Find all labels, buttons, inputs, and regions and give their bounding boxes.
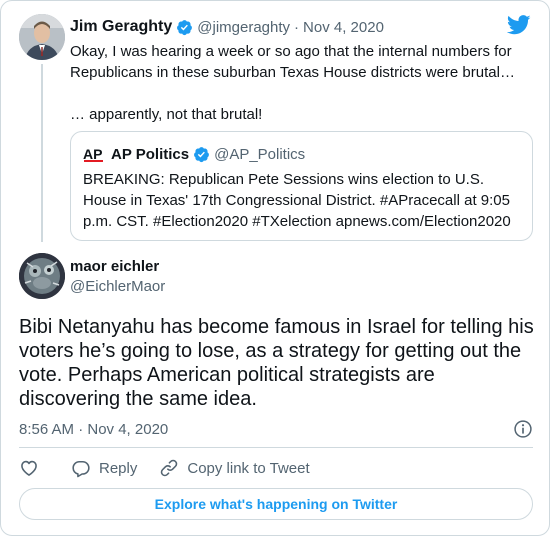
action-bar: Reply Copy link to Tweet: [19, 458, 310, 478]
verified-badge-icon: [194, 146, 210, 162]
link-icon: [161, 459, 178, 477]
parent-tweet-line: … apparently, not that brutal!: [70, 106, 263, 123]
quoted-author-name: AP Politics: [111, 145, 190, 163]
separator-dot: ·: [294, 18, 300, 36]
embedded-tweet-card: Jim Geraghty @jimgeraghty · Nov 4, 2020 …: [0, 0, 550, 536]
quoted-tweet[interactable]: AP AP Politics @AP_Politics BREAKING: Re…: [70, 131, 533, 241]
avatar[interactable]: [19, 14, 65, 60]
parent-tweet-line: Okay, I was hearing a week or so ago tha…: [70, 43, 515, 81]
thread-line: [41, 64, 43, 242]
quoted-tweet-text: BREAKING: Republican Pete Sessions wins …: [83, 171, 511, 230]
ap-logo-icon: AP: [83, 145, 105, 163]
copy-link-button[interactable]: Copy link to Tweet: [159, 458, 310, 478]
like-button[interactable]: [19, 458, 39, 478]
divider: [19, 447, 533, 448]
parent-tweet-text: Okay, I was hearing a week or so ago tha…: [70, 41, 532, 125]
twitter-logo-icon[interactable]: [507, 15, 531, 35]
author-handle[interactable]: @EichlerMaor: [70, 278, 165, 295]
author-handle[interactable]: @jimgeraghty: [197, 19, 290, 36]
reply-icon: [72, 460, 90, 478]
info-icon[interactable]: [513, 419, 533, 439]
timestamp-row: 8:56 AM · Nov 4, 2020: [19, 419, 533, 439]
explore-twitter-button[interactable]: Explore what's happening on Twitter: [19, 488, 533, 520]
quoted-tweet-header: AP AP Politics @AP_Politics: [83, 144, 305, 164]
profile-photo-icon: [19, 253, 65, 299]
copy-link-label: Copy link to Tweet: [187, 459, 310, 477]
heart-icon: [21, 460, 37, 476]
quoted-author-handle: @AP_Politics: [214, 145, 306, 163]
tweet-date[interactable]: Nov 4, 2020: [303, 19, 384, 36]
tweet-timestamp[interactable]: 8:56 AM · Nov 4, 2020: [19, 421, 168, 438]
author-name[interactable]: Jim Geraghty: [70, 18, 172, 36]
ap-logo-text: AP: [83, 146, 102, 162]
tweet-text: Bibi Netanyahu has become famous in Isra…: [19, 316, 534, 410]
author-name[interactable]: maor eichler: [70, 258, 159, 275]
parent-tweet-header: Jim Geraghty @jimgeraghty · Nov 4, 2020: [70, 16, 384, 38]
verified-badge-icon: [177, 19, 193, 35]
reply-label: Reply: [99, 459, 138, 477]
profile-photo-icon: [19, 14, 65, 60]
avatar[interactable]: [19, 253, 65, 299]
reply-button[interactable]: Reply: [71, 458, 137, 478]
